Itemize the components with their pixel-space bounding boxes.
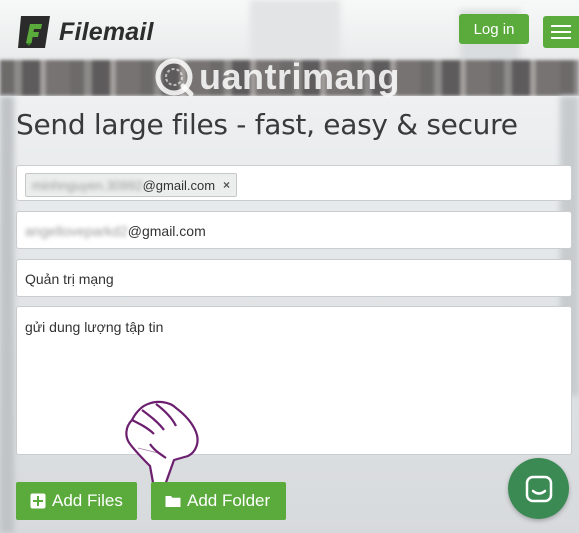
filemail-logo[interactable]: Filemail	[15, 13, 154, 51]
logo-text: Filemail	[59, 17, 154, 46]
to-recipients-field[interactable]: minhnguyen.30992 @gmail.com ×	[16, 165, 572, 201]
hamburger-menu-button[interactable]	[543, 16, 579, 48]
recipient-chip: minhnguyen.30992 @gmail.com ×	[25, 173, 238, 197]
login-button[interactable]: Log in	[459, 14, 529, 44]
recipient-chip-name: minhnguyen.30992	[32, 177, 143, 193]
subject-field[interactable]: Quản trị mạng	[16, 259, 572, 297]
hamburger-line	[551, 25, 571, 27]
page-title: Send large files - fast, easy & secure	[16, 108, 518, 141]
remove-recipient-icon[interactable]: ×	[223, 178, 230, 192]
filemail-logo-icon	[18, 16, 50, 48]
message-value: gửi dung lượng tập tin	[25, 319, 164, 335]
watermark: uantrimang	[153, 56, 400, 98]
add-files-button[interactable]: Add Files	[16, 482, 137, 520]
add-folder-button[interactable]: Add Folder	[151, 482, 286, 520]
message-textarea[interactable]: gửi dung lượng tập tin	[16, 306, 572, 455]
pointing-hand-cursor-icon	[125, 400, 199, 493]
subject-value: Quản trị mạng	[25, 271, 114, 287]
recipient-chip-domain: @gmail.com	[142, 177, 216, 193]
from-email-domain: @gmail.com	[127, 223, 206, 239]
folder-icon	[165, 496, 181, 507]
watermark-text: uantrimang	[199, 56, 401, 97]
from-email-field[interactable]: angelloveparkd2@gmail.com	[16, 211, 572, 249]
hamburger-line	[551, 31, 571, 33]
add-folder-label: Add Folder	[187, 491, 271, 510]
plus-square-icon	[30, 493, 46, 509]
add-files-label: Add Files	[52, 491, 123, 510]
chat-icon	[525, 475, 552, 502]
hamburger-line	[551, 37, 571, 39]
chat-widget-button[interactable]	[508, 458, 569, 519]
watermark-q-icon	[155, 58, 194, 97]
from-email-name: angelloveparkd2	[25, 223, 128, 239]
from-email-value: angelloveparkd2@gmail.com	[25, 223, 206, 239]
